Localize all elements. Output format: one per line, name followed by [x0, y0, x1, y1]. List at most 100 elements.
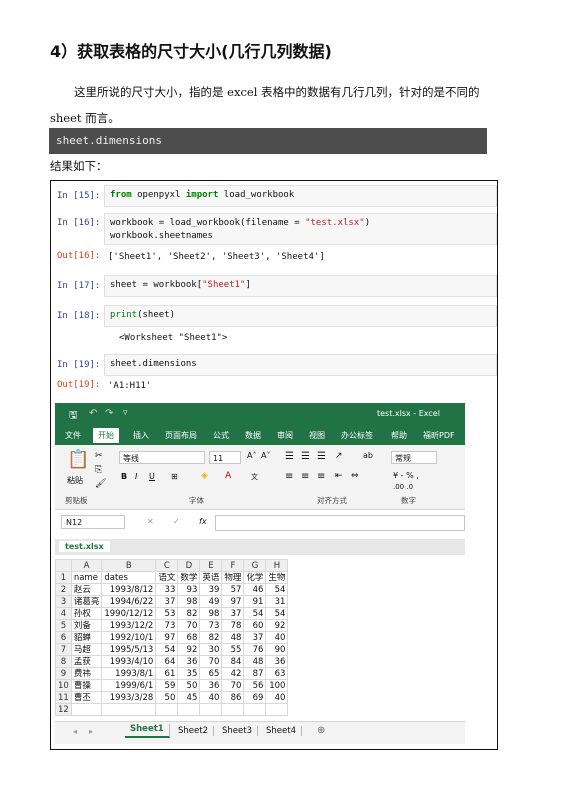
table-cell[interactable]: 35 — [177, 667, 201, 680]
table-cell[interactable]: 59 — [155, 679, 179, 692]
table-cell[interactable]: 54 — [265, 583, 289, 596]
table-cell[interactable]: 54 — [243, 607, 267, 620]
column-header[interactable]: C — [155, 559, 179, 572]
table-cell[interactable]: 45 — [177, 691, 201, 704]
table-cell[interactable]: 赵云 — [70, 583, 103, 596]
table-cell[interactable]: 貂蝉 — [70, 631, 103, 644]
row-header[interactable]: 4 — [55, 607, 72, 620]
table-cell[interactable]: 英语 — [199, 571, 223, 584]
table-cell[interactable] — [265, 703, 289, 716]
tab-review[interactable]: 审阅 — [277, 430, 293, 441]
table-cell[interactable]: 53 — [155, 607, 179, 620]
row-header[interactable]: 1 — [55, 571, 72, 584]
table-cell[interactable]: 97 — [155, 631, 179, 644]
table-cell[interactable]: 37 — [243, 631, 267, 644]
indent-icon[interactable]: ⇤ — [335, 471, 343, 481]
align-bottom-icon[interactable]: ☰ — [317, 451, 326, 462]
table-cell[interactable]: 1993/3/28 — [101, 691, 157, 704]
table-cell[interactable]: 84 — [221, 655, 245, 668]
table-cell[interactable]: 46 — [243, 583, 267, 596]
table-cell[interactable]: 曹丕 — [70, 691, 103, 704]
workbook-tab[interactable]: test.xlsx — [59, 541, 110, 552]
column-header[interactable]: G — [243, 559, 267, 572]
table-cell[interactable]: 31 — [265, 595, 289, 608]
row-header[interactable]: 5 — [55, 619, 72, 632]
table-cell[interactable]: 37 — [155, 595, 179, 608]
table-cell[interactable]: 费祎 — [70, 667, 103, 680]
table-cell[interactable]: 68 — [177, 631, 201, 644]
table-cell[interactable]: 65 — [199, 667, 223, 680]
table-cell[interactable]: 93 — [177, 583, 201, 596]
copy-icon[interactable]: ⎘ — [95, 465, 102, 475]
table-cell[interactable]: 33 — [155, 583, 179, 596]
table-cell[interactable]: 48 — [221, 631, 245, 644]
table-cell[interactable]: 82 — [177, 607, 201, 620]
column-header[interactable]: H — [265, 559, 289, 572]
table-cell[interactable] — [70, 703, 103, 716]
table-cell[interactable] — [155, 703, 179, 716]
table-cell[interactable]: 63 — [265, 667, 289, 680]
underline-icon[interactable]: U — [149, 472, 155, 481]
table-cell[interactable]: 73 — [155, 619, 179, 632]
table-cell[interactable] — [243, 703, 267, 716]
row-header[interactable]: 7 — [55, 643, 72, 656]
row-header[interactable]: 12 — [55, 703, 72, 716]
name-box[interactable]: N12 — [61, 515, 125, 529]
table-cell[interactable]: 孙权 — [70, 607, 103, 620]
table-cell[interactable]: 1993/12/2 — [101, 619, 157, 632]
table-cell[interactable]: 100 — [265, 679, 289, 692]
format-painter-icon[interactable]: 🖌 — [95, 479, 106, 489]
table-cell[interactable]: 36 — [199, 679, 223, 692]
table-cell[interactable]: 90 — [265, 643, 289, 656]
table-cell[interactable] — [177, 703, 201, 716]
redo-icon[interactable]: ↷ — [105, 408, 113, 419]
table-cell[interactable]: 40 — [265, 631, 289, 644]
border-icon[interactable]: ⊞ — [171, 472, 178, 481]
tab-help[interactable]: 帮助 — [391, 430, 407, 441]
table-cell[interactable]: 42 — [221, 667, 245, 680]
merge-icon[interactable]: ⇔ — [351, 471, 359, 481]
table-cell[interactable]: 98 — [177, 595, 201, 608]
row-header[interactable]: 11 — [55, 691, 72, 704]
orientation-icon[interactable]: ↗ — [335, 451, 343, 461]
row-header[interactable]: 8 — [55, 655, 72, 668]
table-cell[interactable]: 97 — [221, 595, 245, 608]
code-input[interactable]: sheet.dimensions — [104, 354, 497, 376]
table-cell[interactable]: 70 — [199, 655, 223, 668]
table-cell[interactable]: 1990/12/12 — [101, 607, 157, 620]
table-cell[interactable]: 92 — [177, 643, 201, 656]
table-cell[interactable]: 70 — [177, 619, 201, 632]
save-icon[interactable]: 🖫 — [69, 408, 78, 425]
table-cell[interactable]: 1992/10/1 — [101, 631, 157, 644]
align-center-icon[interactable]: ≡ — [301, 471, 309, 482]
table-cell[interactable]: 92 — [265, 619, 289, 632]
row-header[interactable]: 6 — [55, 631, 72, 644]
table-cell[interactable]: 57 — [221, 583, 245, 596]
table-cell[interactable]: 73 — [199, 619, 223, 632]
phonetic-icon[interactable]: 文 — [251, 472, 258, 482]
table-cell[interactable]: 50 — [177, 679, 201, 692]
table-cell[interactable]: 78 — [221, 619, 245, 632]
table-cell[interactable]: 54 — [265, 607, 289, 620]
table-cell[interactable]: 孟获 — [70, 655, 103, 668]
italic-icon[interactable]: I — [135, 472, 137, 481]
undo-icon[interactable]: ↶ — [89, 408, 97, 419]
row-header[interactable]: 9 — [55, 667, 72, 680]
code-input[interactable]: sheet = workbook["Sheet1"] — [104, 275, 497, 297]
tab-home[interactable]: 开始 — [93, 428, 119, 443]
table-cell[interactable]: 1995/5/13 — [101, 643, 157, 656]
scroll-left-icon[interactable]: ◂ — [73, 727, 77, 736]
sheet-tab-1[interactable]: Sheet1 — [125, 724, 170, 738]
code-input[interactable]: workbook = load_workbook(filename = "tes… — [104, 213, 497, 245]
align-middle-icon[interactable]: ☰ — [301, 451, 310, 462]
sheet-tab-2[interactable]: Sheet2 — [173, 726, 214, 736]
table-cell[interactable]: 60 — [243, 619, 267, 632]
column-header[interactable]: D — [177, 559, 201, 572]
table-cell[interactable]: 48 — [243, 655, 267, 668]
tab-formulas[interactable]: 公式 — [213, 430, 229, 441]
align-left-icon[interactable]: ≡ — [285, 471, 293, 482]
align-right-icon[interactable]: ≡ — [317, 471, 325, 482]
row-header[interactable]: 10 — [55, 679, 72, 692]
table-cell[interactable]: 55 — [221, 643, 245, 656]
sheet-tab-4[interactable]: Sheet4 — [261, 726, 302, 736]
